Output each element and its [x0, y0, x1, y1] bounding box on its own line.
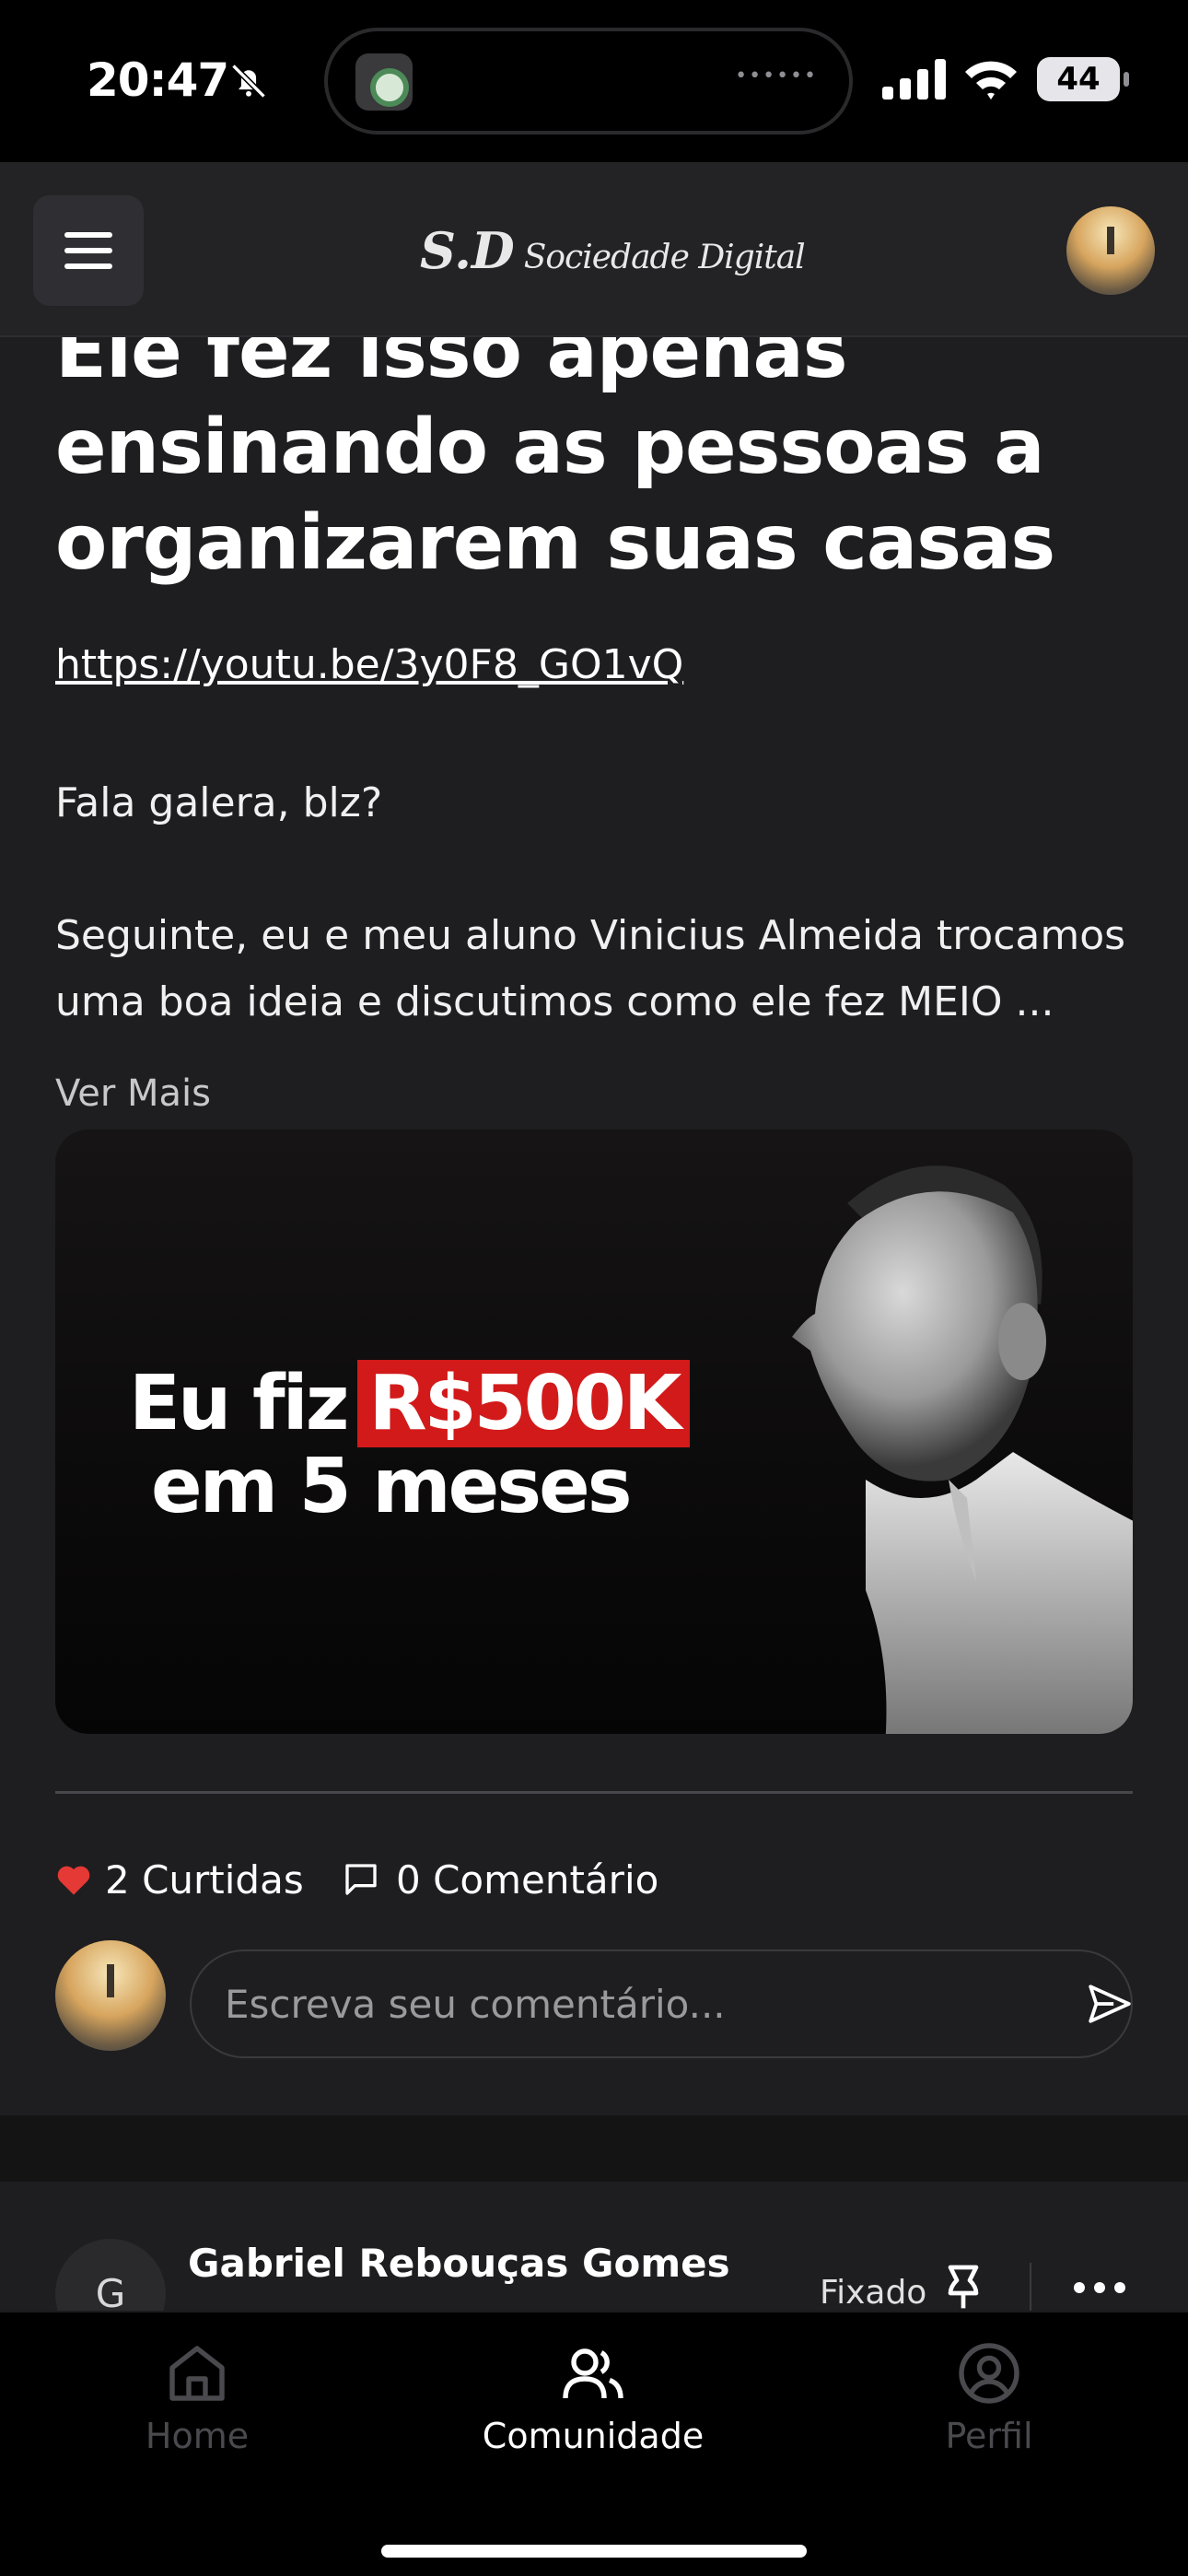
menu-button[interactable]: [33, 195, 144, 306]
app-activity-icon: [355, 53, 413, 111]
author-name[interactable]: Gabriel Rebouças Gomes: [188, 2241, 730, 2286]
post-link[interactable]: https://youtu.be/3y0F8_GO1vQ: [55, 641, 683, 688]
home-icon: [169, 2346, 225, 2401]
post-paragraph: Fala galera, blz?: [55, 779, 383, 826]
tab-profile[interactable]: Perfil: [851, 2340, 1127, 2478]
video-thumbnail[interactable]: Eu fiz R$500K em 5 meses: [55, 1130, 1133, 1734]
more-options-icon[interactable]: [1070, 2274, 1129, 2301]
send-icon[interactable]: [1087, 1981, 1133, 2027]
pin-icon: [948, 2265, 979, 2309]
activity-dots-icon: ••••••: [735, 64, 818, 88]
comment-icon: [345, 1864, 377, 1895]
bell-muted-icon: [231, 64, 266, 99]
app-logo: S.D Sociedade Digital: [420, 221, 806, 280]
author-avatar[interactable]: G: [55, 2239, 166, 2311]
battery-icon: 44: [1037, 57, 1129, 101]
heart-icon: [57, 1866, 90, 1895]
dynamic-island: ••••••: [324, 28, 853, 135]
comment-input[interactable]: [190, 1950, 1133, 2058]
user-avatar[interactable]: [1066, 206, 1155, 295]
post-title: Ele fez isso apenas ensinando as pessoas…: [55, 337, 1055, 587]
profile-icon: [959, 2343, 1019, 2404]
app-header: S.D Sociedade Digital: [0, 162, 1188, 337]
like-button[interactable]: 2 Curtidas: [55, 1852, 304, 1907]
bottom-tab-bar: Home Comunidade Perfil: [0, 2311, 1188, 2576]
feed-separator: [0, 2115, 1188, 2182]
comments-count: 0 Comentário: [396, 1856, 659, 1903]
post-paragraph: Seguinte, eu e meu aluno Vinicius Almeid…: [55, 912, 1126, 1025]
post-card: Ele fez isso apenas ensinando as pessoas…: [0, 337, 1188, 2115]
see-more-link[interactable]: Ver Mais: [55, 1072, 211, 1115]
pinned-label: Fixado: [820, 2274, 927, 2311]
thumbnail-subline: em 5 meses: [151, 1443, 632, 1530]
divider: [1030, 2263, 1031, 2311]
tab-home[interactable]: Home: [59, 2340, 335, 2478]
home-indicator: [381, 2545, 807, 2558]
community-icon: [563, 2348, 623, 2399]
commenter-avatar: [55, 1940, 166, 2051]
post-body: Fala galera, blz? Seguinte, eu e meu alu…: [55, 770, 1142, 1102]
status-time: 20:47: [87, 53, 229, 107]
person-portrait-image: [792, 1165, 1133, 1734]
thumbnail-headline: Eu fiz R$500K: [129, 1360, 691, 1447]
comments-button[interactable]: 0 Comentário: [343, 1852, 658, 1907]
cellular-signal-icon: [882, 59, 946, 100]
tab-community[interactable]: Comunidade: [455, 2340, 731, 2478]
post-card: G Gabriel Rebouças Gomes Fixado: [0, 2182, 1188, 2311]
likes-count: 2 Curtidas: [105, 1856, 304, 1903]
divider: [55, 1791, 1133, 1794]
wifi-icon: [965, 61, 1017, 100]
status-bar: 20:47 •••••• 44: [0, 0, 1188, 162]
thumbnail-highlight: R$500K: [357, 1360, 691, 1447]
